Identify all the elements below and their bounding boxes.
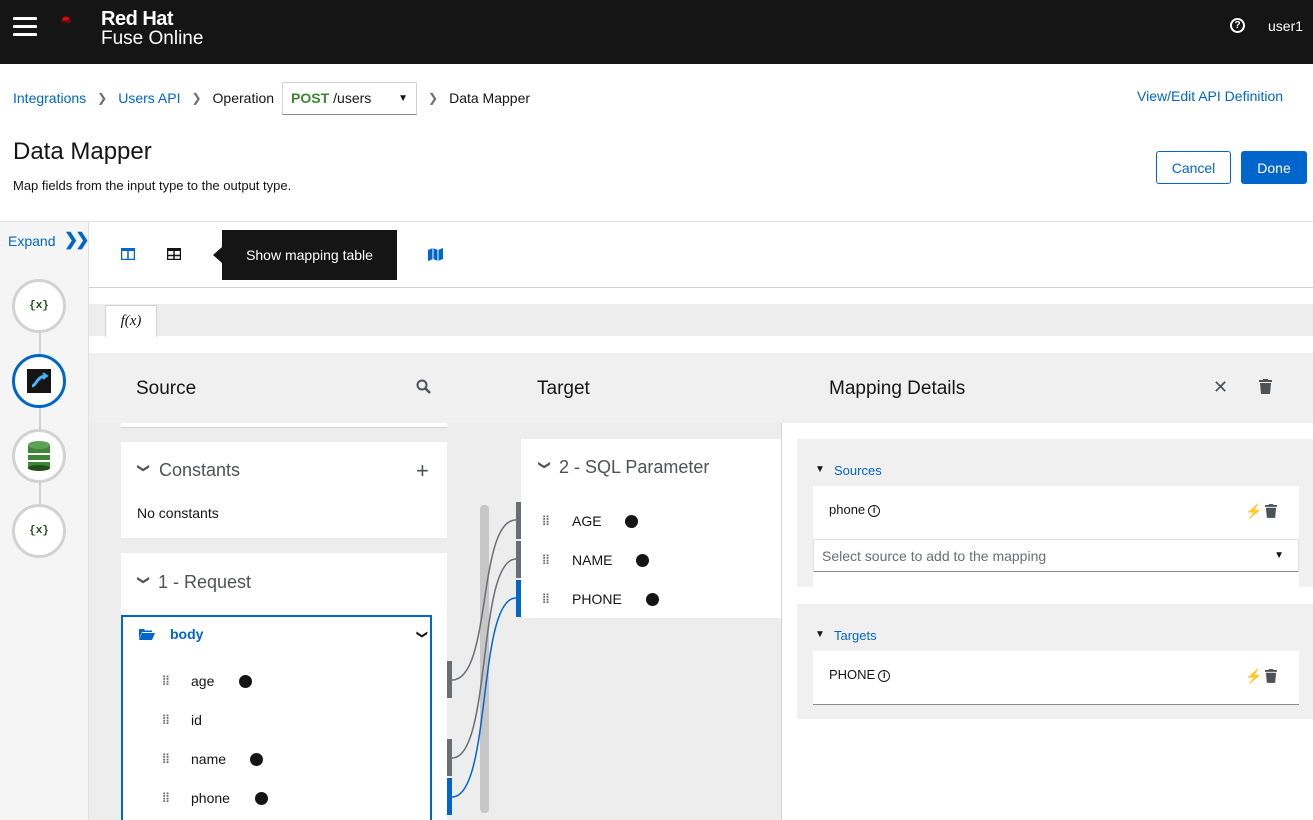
expand-link[interactable]: Expand [8, 233, 55, 249]
constants-empty: No constants [137, 505, 219, 521]
target-field-name: PHONE [829, 667, 876, 682]
source-card-top [121, 423, 447, 428]
columns-view-icon[interactable] [121, 248, 135, 260]
mapped-indicator-icon [250, 753, 263, 766]
step-template-1[interactable]: {x} [12, 279, 66, 333]
source-field-id[interactable]: id [191, 712, 202, 728]
trash-icon[interactable] [1265, 669, 1277, 683]
close-icon[interactable]: ✕ [1213, 377, 1228, 398]
data-mapper-icon [27, 369, 51, 393]
chevron-right-icon: ❯ [97, 91, 108, 105]
source-field-phone[interactable]: phone [191, 790, 230, 806]
chevron-right-icon: ❯ [191, 91, 202, 105]
constants-card [121, 442, 447, 538]
tooltip: Show mapping table [213, 230, 397, 280]
operation-method: POST [291, 90, 330, 106]
body-label[interactable]: body [170, 626, 203, 642]
mapped-indicator-icon [636, 554, 649, 567]
select-source-dropdown[interactable]: Select source to add to the mapping ▼ [813, 539, 1299, 572]
masthead: Red Hat Fuse Online ? user1 [0, 0, 1313, 64]
add-constant-icon[interactable]: + [416, 458, 429, 484]
caret-down-icon: ▼ [1274, 550, 1284, 561]
target-field-name[interactable]: NAME [572, 552, 612, 568]
drag-grip-icon[interactable]: ⁞⁞ [162, 790, 170, 805]
sql-parameter-title: 2 - SQL Parameter [559, 457, 710, 477]
request-title: 1 - Request [158, 572, 252, 592]
source-field-label: phone i [829, 502, 881, 517]
lightning-bolt-icon[interactable]: ⚡ [1245, 503, 1262, 520]
breadcrumb: Integrations ❯ Users API ❯ Operation POS… [13, 81, 531, 115]
map-icon[interactable] [428, 248, 443, 261]
mapped-indicator-icon [625, 515, 638, 528]
view-edit-api-link[interactable]: View/Edit API Definition [1137, 88, 1283, 104]
drag-grip-icon[interactable]: ⁞⁞ [162, 673, 170, 688]
drag-grip-icon[interactable]: ⁞⁞ [542, 513, 550, 528]
drag-grip-icon[interactable]: ⁞⁞ [162, 712, 170, 727]
double-chevron-right-icon[interactable]: ❯❯ [64, 230, 89, 250]
chevron-down-icon[interactable]: ❯ [137, 463, 151, 473]
caret-down-icon: ▼ [398, 92, 409, 104]
breadcrumb-integrations[interactable]: Integrations [13, 90, 86, 106]
source-field-name: phone [829, 502, 866, 517]
target-field-age[interactable]: AGE [572, 513, 602, 529]
chevron-down-icon[interactable]: ▼ [815, 464, 825, 475]
curly-braces-icon: {x} [29, 300, 49, 312]
select-source-placeholder: Select source to add to the mapping [822, 548, 1047, 564]
hamburger-menu-icon[interactable] [13, 17, 37, 37]
redhat-logo-icon [60, 16, 72, 23]
table-view-icon[interactable] [167, 248, 181, 260]
chevron-down-icon[interactable]: ▼ [815, 629, 825, 640]
curly-braces-icon: {x} [29, 525, 49, 537]
drag-grip-icon[interactable]: ⁞⁞ [162, 751, 170, 766]
function-bar [89, 304, 1313, 336]
drag-grip-icon[interactable]: ⁞⁞ [542, 552, 550, 567]
constants-title: Constants [159, 460, 241, 480]
breadcrumb-users-api[interactable]: Users API [118, 90, 180, 106]
step-data-mapper[interactable] [12, 354, 66, 408]
trash-icon[interactable] [1265, 504, 1277, 518]
trash-icon[interactable] [1259, 379, 1272, 394]
page-title: Data Mapper [13, 138, 152, 165]
product-name: Fuse Online [101, 28, 204, 49]
info-icon[interactable]: i [878, 670, 891, 682]
target-field-label: PHONE i [829, 667, 891, 682]
step-connector [39, 306, 41, 532]
breadcrumb-current: Data Mapper [449, 90, 531, 106]
page-subtitle: Map fields from the input type to the ou… [13, 178, 292, 193]
database-icon [28, 441, 50, 471]
targets-label[interactable]: Targets [834, 628, 877, 643]
chevron-down-icon[interactable]: ❯ [538, 460, 552, 470]
breadcrumb-operation: Operation [212, 90, 275, 106]
chevron-down-icon[interactable]: ❯ [137, 575, 151, 585]
mapped-indicator-icon [239, 675, 252, 688]
target-title: Target [537, 378, 590, 399]
source-field-age[interactable]: age [191, 673, 214, 689]
info-icon[interactable]: i [868, 505, 881, 517]
drag-grip-icon[interactable]: ⁞⁞ [542, 591, 550, 606]
search-icon[interactable] [416, 379, 431, 394]
chevron-down-icon[interactable]: ❯ [416, 630, 429, 639]
help-icon[interactable]: ? [1230, 18, 1245, 33]
user-menu[interactable]: user1 [1268, 18, 1303, 34]
function-tab[interactable]: f(x) [105, 305, 157, 337]
mapping-details-title: Mapping Details [829, 378, 966, 399]
function-tab-label: f(x) [120, 313, 142, 329]
mapped-indicator-icon [255, 792, 268, 805]
mapped-indicator-icon [646, 593, 659, 606]
sources-label[interactable]: Sources [834, 463, 882, 478]
cancel-button[interactable]: Cancel [1156, 151, 1231, 184]
folder-open-icon [139, 629, 155, 640]
source-field-name[interactable]: name [191, 751, 226, 767]
target-field-phone[interactable]: PHONE [572, 591, 622, 607]
target-header [459, 353, 781, 423]
operation-path: /users [333, 90, 372, 106]
lightning-bolt-icon[interactable]: ⚡ [1245, 668, 1262, 685]
step-database[interactable] [12, 429, 66, 483]
chevron-right-icon: ❯ [428, 91, 439, 105]
source-title: Source [136, 378, 197, 399]
done-button[interactable]: Done [1241, 151, 1307, 184]
step-template-2[interactable]: {x} [12, 504, 66, 558]
operation-select[interactable]: POST /users ▼ [282, 81, 418, 115]
mapping-lines [452, 519, 517, 798]
